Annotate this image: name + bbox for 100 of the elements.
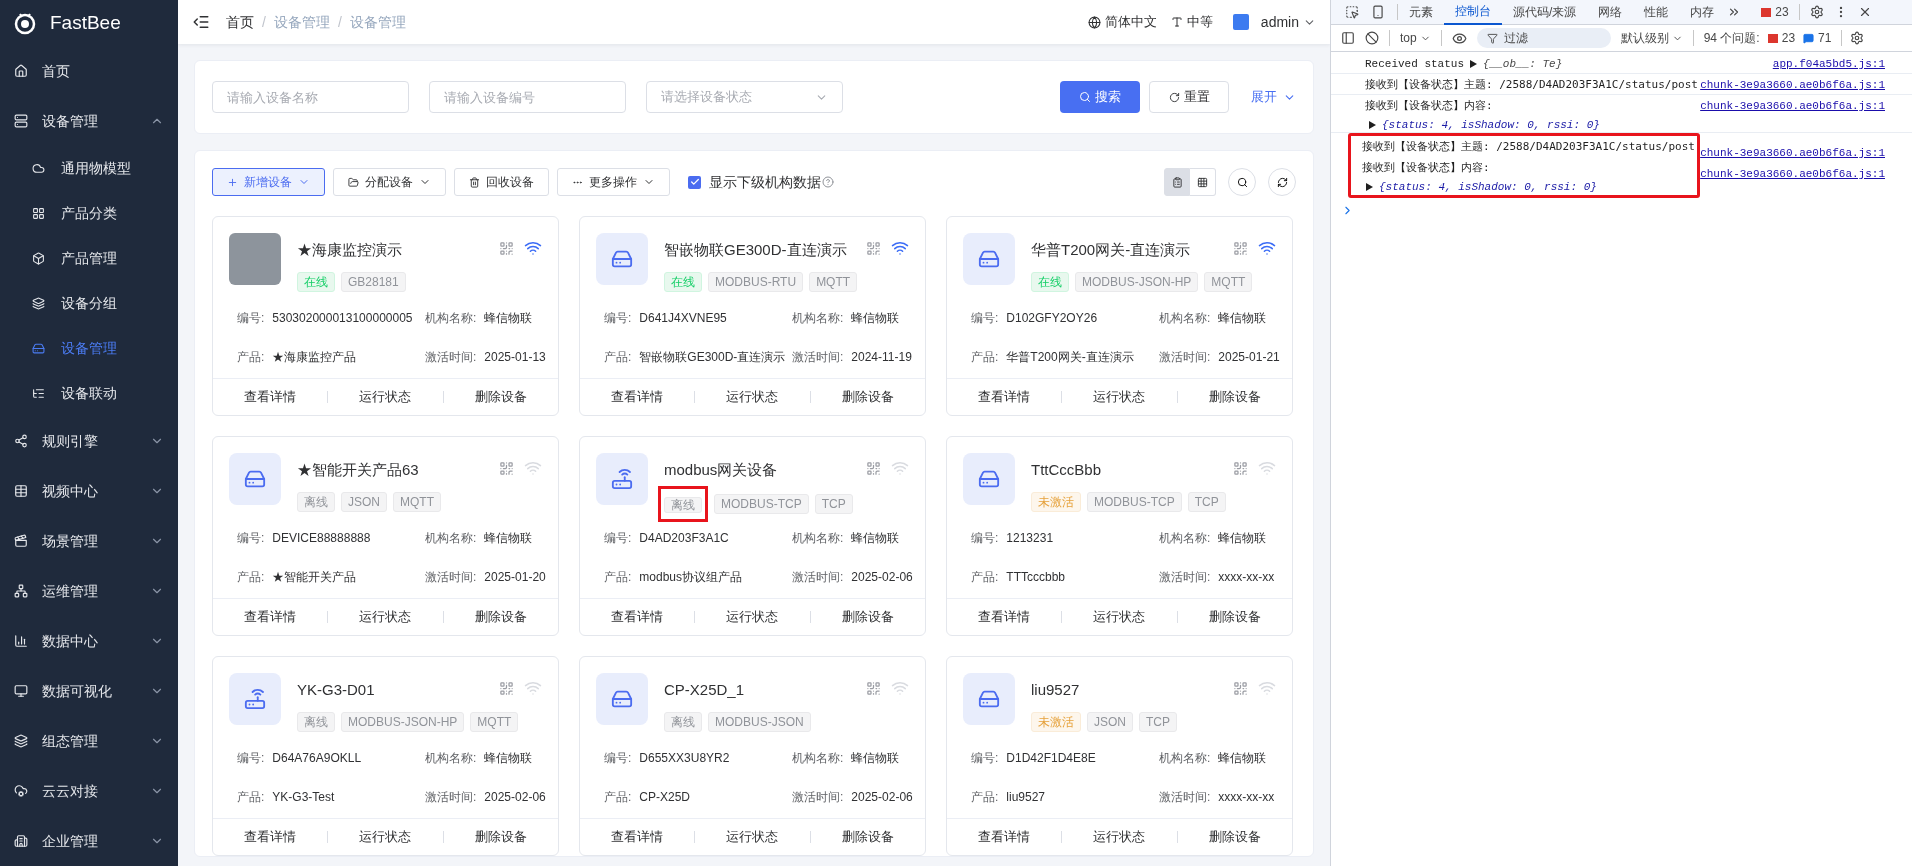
expand-triangle-icon[interactable]: [1369, 120, 1376, 129]
status-tag: 离线: [664, 496, 702, 513]
reset-button[interactable]: 重置: [1149, 81, 1229, 113]
devtools-tab[interactable]: 内存: [1679, 0, 1726, 25]
card-action-link[interactable]: 删除设备: [810, 607, 925, 627]
object-preview[interactable]: {status: 4, isShadow: 0, rssi: 0}: [1379, 178, 1597, 195]
qr-code-icon: [1233, 461, 1248, 476]
view-toggle[interactable]: [1164, 168, 1190, 196]
field-value: TTTcccbbb: [1006, 569, 1066, 587]
expand-triangle-icon[interactable]: [1470, 60, 1478, 69]
context-selector[interactable]: top: [1400, 29, 1431, 47]
field-label: 机构名称:: [1159, 529, 1211, 547]
field-label: 激活时间:: [792, 349, 844, 367]
expand-link[interactable]: 展开: [1251, 87, 1296, 107]
wifi-icon: [524, 239, 542, 257]
breadcrumb-item[interactable]: 首页: [226, 11, 254, 33]
toolbar-button[interactable]: 更多操作: [557, 168, 670, 196]
menu-item[interactable]: 场景管理: [0, 516, 178, 566]
card-action-link[interactable]: 查看详情: [580, 607, 695, 627]
card-action-link[interactable]: 运行状态: [328, 827, 443, 847]
card-action-link[interactable]: 查看详情: [213, 607, 328, 627]
menu-item[interactable]: 数据中心: [0, 616, 178, 666]
submenu-item[interactable]: 产品管理: [0, 236, 178, 281]
issue-info-count[interactable]: 71: [1818, 29, 1832, 47]
filter-field[interactable]: 过滤: [1476, 28, 1611, 48]
submenu-item[interactable]: 设备联动: [0, 371, 178, 416]
card-action-link[interactable]: 运行状态: [328, 387, 443, 407]
menu-item[interactable]: 规则引擎: [0, 416, 178, 466]
menu-item[interactable]: 组态管理: [0, 716, 178, 766]
issues-label: 94 个问题:: [1703, 30, 1760, 47]
expand-triangle-icon[interactable]: [1366, 182, 1373, 191]
search-field[interactable]: 请输入设备编号: [429, 81, 626, 113]
card-action-link[interactable]: 删除设备: [810, 827, 925, 847]
source-link[interactable]: chunk-3e9a3660.ae0b6f6a.js:1: [1700, 168, 1885, 180]
card-action-link[interactable]: 查看详情: [580, 827, 695, 847]
submenu-item[interactable]: 通用物模型: [0, 146, 178, 191]
submenu-item[interactable]: 设备管理: [0, 326, 178, 371]
menu-item[interactable]: 数据可视化: [0, 666, 178, 716]
toolbar-button[interactable]: 回收设备: [454, 168, 549, 196]
menu-item[interactable]: 首页: [0, 46, 178, 96]
view-toggle[interactable]: [1190, 168, 1216, 196]
menu-item[interactable]: 运维管理: [0, 566, 178, 616]
language-selector[interactable]: 简体中文: [1104, 12, 1157, 32]
card-action-link[interactable]: 查看详情: [947, 607, 1062, 627]
devtools-tab[interactable]: 源代码/来源: [1502, 0, 1588, 25]
card-action-link[interactable]: 删除设备: [1177, 827, 1292, 847]
source-link[interactable]: chunk-3e9a3660.ae0b6f6a.js:1: [1700, 147, 1885, 159]
checkbox[interactable]: [688, 175, 701, 189]
qr-code-icon: [866, 681, 881, 696]
card-action-link[interactable]: 运行状态: [695, 387, 810, 407]
search-field[interactable]: 请输入设备名称: [212, 81, 409, 113]
console-message: Received status: [1365, 57, 1465, 72]
toolbar-button[interactable]: 分配设备: [333, 168, 446, 196]
user-name[interactable]: admin: [1260, 11, 1299, 33]
protocol-tag: MODBUS-TCP: [714, 493, 809, 514]
submenu-item[interactable]: 设备分组: [0, 281, 178, 326]
devtools-tab[interactable]: 性能: [1633, 0, 1680, 25]
card-action-link[interactable]: 删除设备: [1177, 607, 1292, 627]
card-action-link[interactable]: 删除设备: [443, 827, 558, 847]
user-avatar[interactable]: [1232, 14, 1249, 30]
card-action-link[interactable]: 运行状态: [328, 607, 443, 627]
card-action-link[interactable]: 运行状态: [695, 827, 810, 847]
menu-item[interactable]: 企业管理: [0, 816, 178, 866]
card-action-link[interactable]: 查看详情: [947, 387, 1062, 407]
devtools-tab[interactable]: 控制台: [1444, 0, 1502, 25]
log-level-selector[interactable]: 默认级别: [1620, 29, 1683, 47]
error-count[interactable]: 23: [1775, 3, 1789, 21]
object-preview[interactable]: {status: 4, isShadow: 0, rssi: 0}: [1382, 116, 1600, 133]
menu-item[interactable]: 云云对接: [0, 766, 178, 816]
card-action-link[interactable]: 运行状态: [1062, 827, 1177, 847]
devtools-tab[interactable]: 元素: [1398, 0, 1444, 25]
issue-error-count[interactable]: 23: [1781, 29, 1796, 47]
source-link[interactable]: app.f04a5bd5.js:1: [1772, 56, 1885, 73]
object-preview[interactable]: {__ob__: Te}: [1483, 56, 1563, 73]
card-action-link[interactable]: 运行状态: [1062, 387, 1177, 407]
source-link[interactable]: chunk-3e9a3660.ae0b6f6a.js:1: [1700, 77, 1885, 94]
toolbar-button[interactable]: 新增设备: [212, 168, 325, 196]
menu-item[interactable]: 设备管理: [0, 96, 178, 146]
menu-item[interactable]: 视频中心: [0, 466, 178, 516]
search-button[interactable]: 搜索: [1060, 81, 1140, 113]
card-action-link[interactable]: 查看详情: [213, 387, 328, 407]
card-action-link[interactable]: 删除设备: [443, 387, 558, 407]
card-action-link[interactable]: 删除设备: [810, 387, 925, 407]
card-action-link[interactable]: 查看详情: [580, 387, 695, 407]
devtools-tab[interactable]: 网络: [1587, 0, 1634, 25]
router-icon: [244, 688, 266, 710]
source-link[interactable]: chunk-3e9a3660.ae0b6f6a.js:1: [1700, 98, 1885, 115]
gateway-icon: [978, 248, 1000, 270]
field-label: 产品:: [237, 349, 265, 367]
size-selector[interactable]: 中等: [1186, 12, 1213, 32]
card-action-link[interactable]: 运行状态: [695, 607, 810, 627]
card-action-link[interactable]: 删除设备: [443, 607, 558, 627]
card-action-link[interactable]: 查看详情: [947, 827, 1062, 847]
protocol-tag: TCP: [814, 493, 853, 514]
console-message: 接收到【设备状态】主题: /2588/D4AD203F3A1C/status/post: [1362, 139, 1695, 155]
card-action-link[interactable]: 查看详情: [213, 827, 328, 847]
wifi-icon: [524, 459, 542, 477]
card-action-link[interactable]: 删除设备: [1177, 387, 1292, 407]
card-action-link[interactable]: 运行状态: [1062, 607, 1177, 627]
submenu-item[interactable]: 产品分类: [0, 191, 178, 236]
